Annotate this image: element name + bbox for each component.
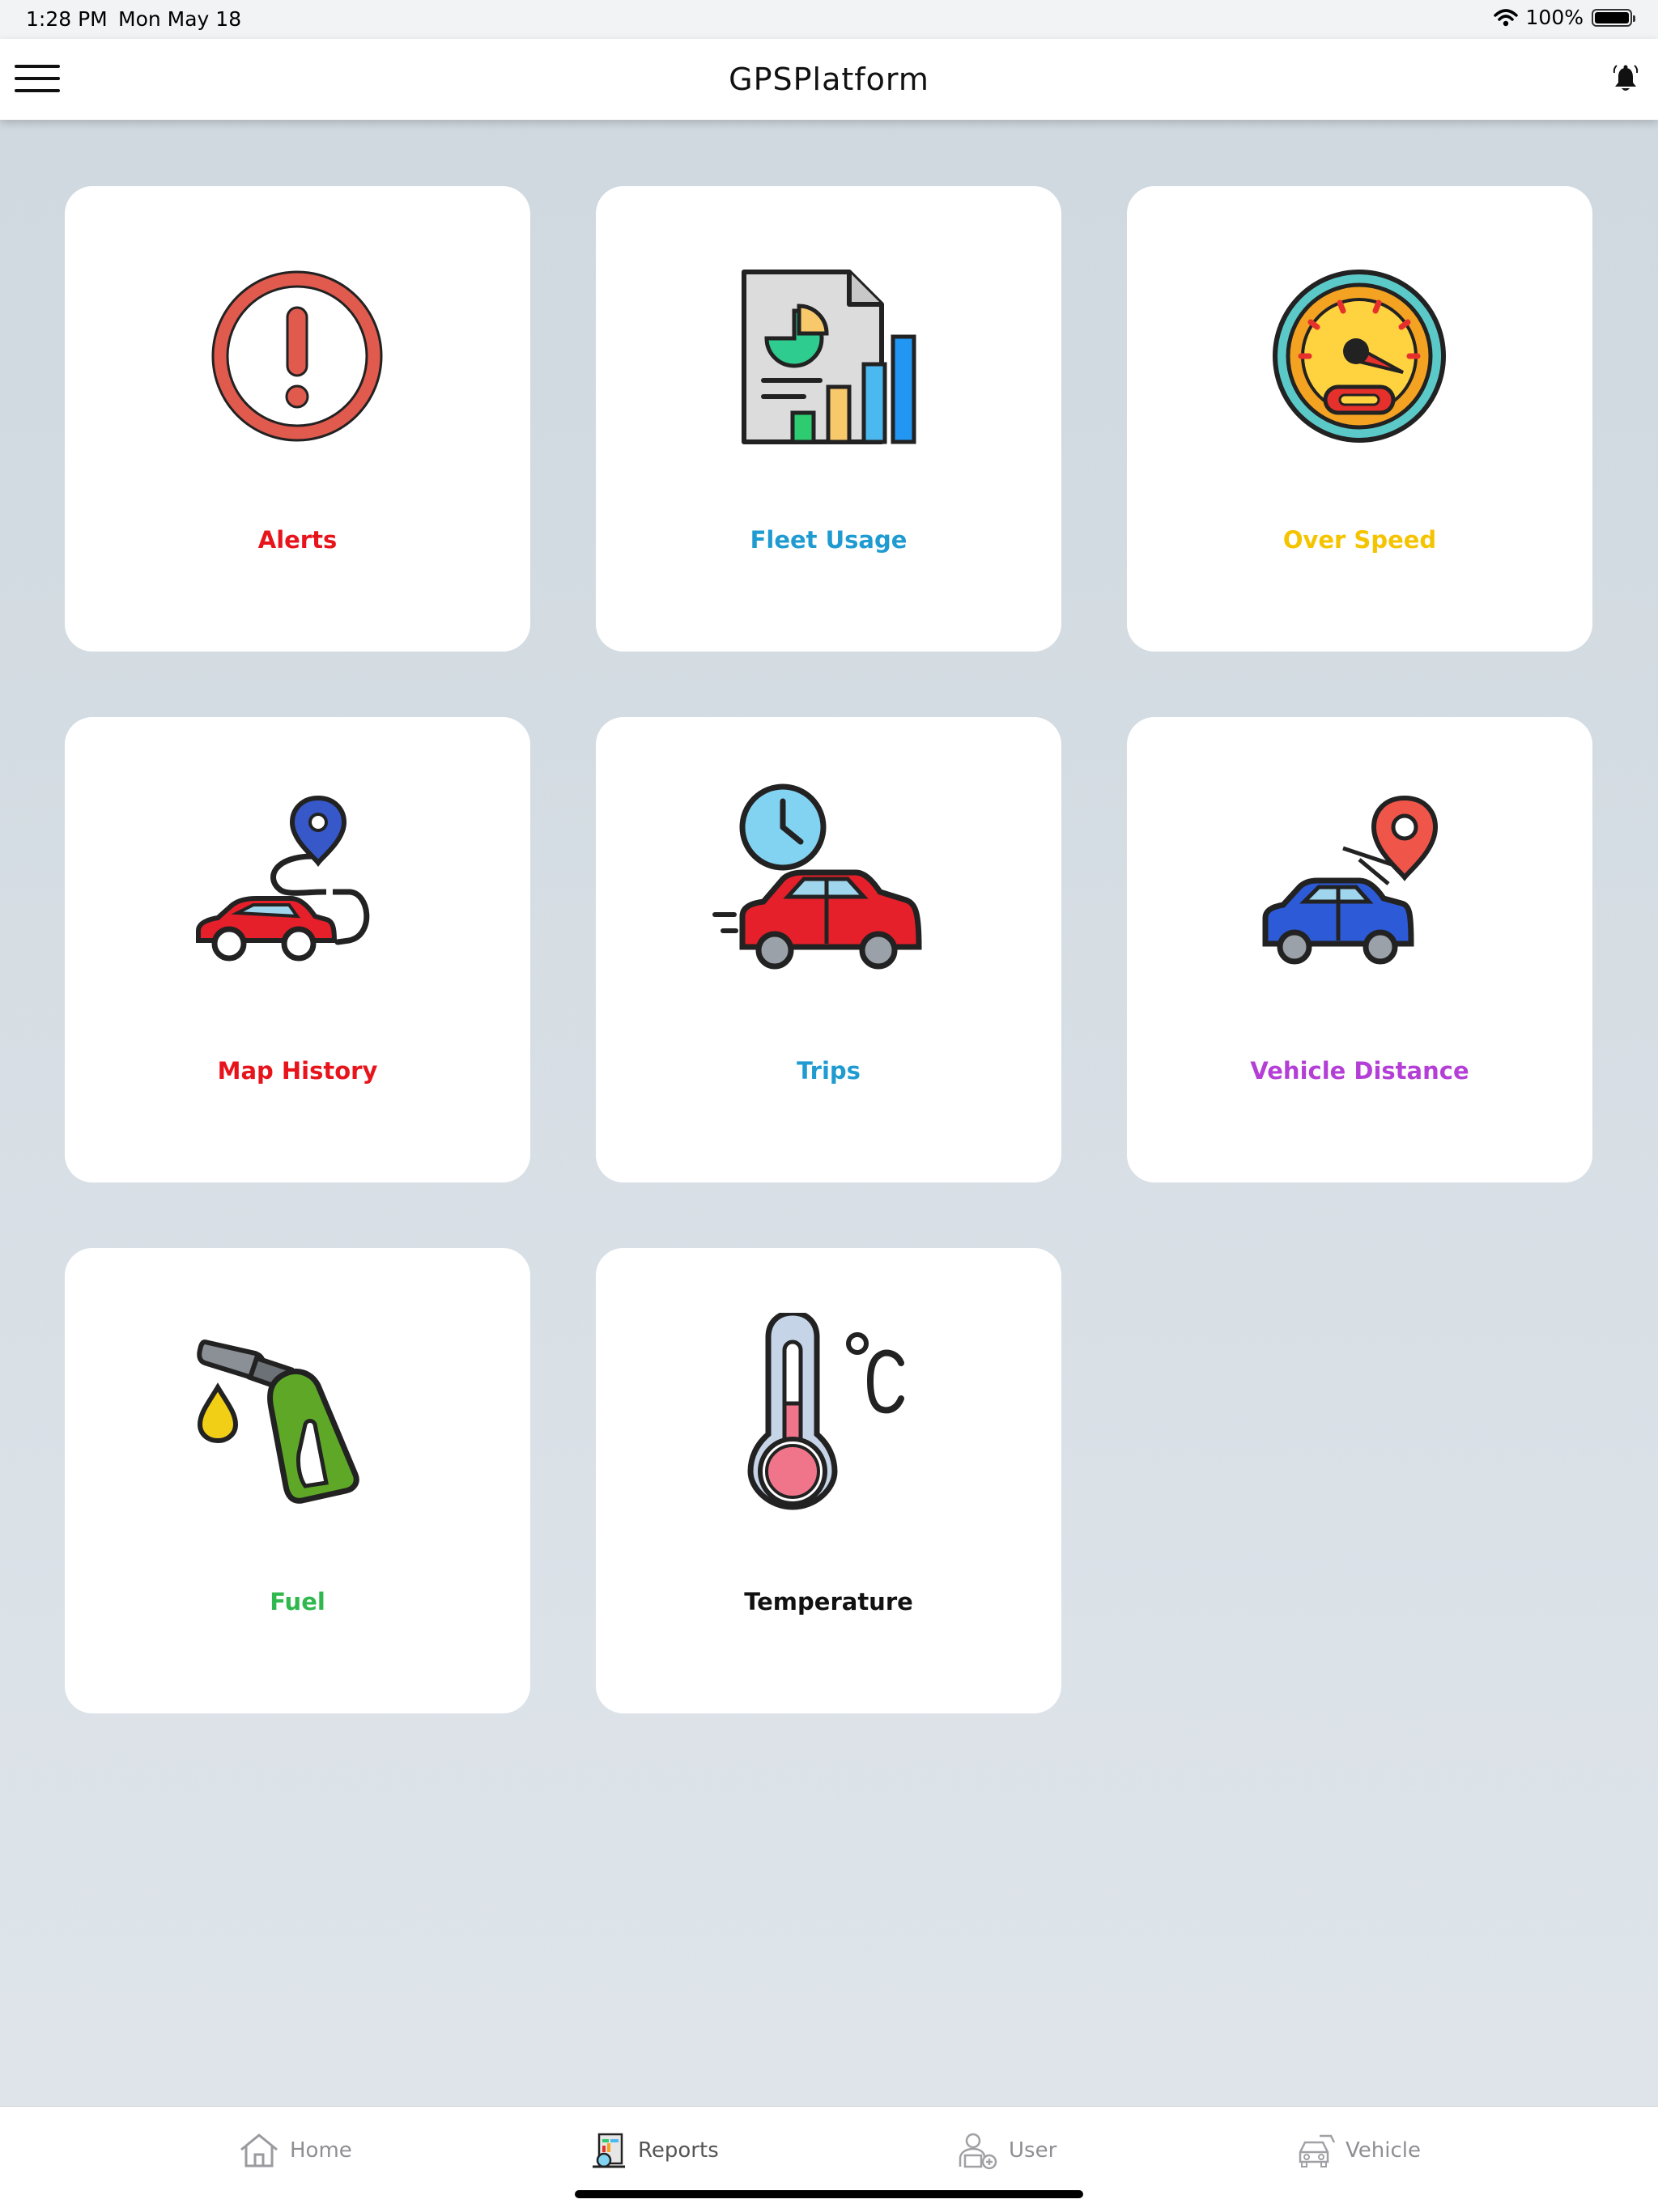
thermometer-icon bbox=[747, 1313, 904, 1510]
tab-label-user: User bbox=[1009, 2138, 1057, 2163]
navigation-bar: GPSPlatform bbox=[0, 39, 1658, 120]
status-bar: 1:28 PM Mon May 18 100% bbox=[0, 0, 1658, 39]
tile-label-alerts: Alerts bbox=[257, 526, 338, 554]
car-clock-icon bbox=[712, 783, 922, 970]
tab-bar: Home Reports User Vehicle bbox=[0, 2106, 1658, 2212]
tile-label-fleet-usage: Fleet Usage bbox=[750, 526, 908, 554]
tile-label-over-speed: Over Speed bbox=[1282, 526, 1437, 554]
tile-label-vehicle-distance: Vehicle Distance bbox=[1250, 1057, 1469, 1085]
user-icon bbox=[959, 2133, 997, 2170]
bell-icon[interactable] bbox=[1609, 63, 1642, 96]
tile-fuel[interactable]: Fuel bbox=[65, 1248, 530, 1713]
home-icon bbox=[240, 2133, 278, 2167]
home-indicator bbox=[575, 2190, 1083, 2198]
tile-fleet-usage[interactable]: Fleet Usage bbox=[596, 186, 1061, 652]
wifi-icon bbox=[1493, 8, 1518, 26]
tile-label-fuel: Fuel bbox=[270, 1588, 325, 1615]
tile-label-temperature: Temperature bbox=[744, 1588, 913, 1615]
tile-trips[interactable]: Trips bbox=[596, 717, 1061, 1182]
alert-icon bbox=[211, 270, 383, 442]
tab-label-reports: Reports bbox=[638, 2138, 719, 2163]
car-location-icon bbox=[1262, 795, 1439, 965]
tile-map-history[interactable]: Map History bbox=[65, 717, 530, 1182]
tab-label-home: Home bbox=[290, 2138, 352, 2163]
status-indicators: 100% bbox=[1493, 6, 1635, 29]
vehicle-icon bbox=[1299, 2134, 1336, 2167]
car-route-icon bbox=[196, 795, 370, 962]
battery-icon bbox=[1592, 8, 1635, 27]
tile-vehicle-distance[interactable]: Vehicle Distance bbox=[1127, 717, 1592, 1182]
tab-reports[interactable]: Reports bbox=[589, 2128, 719, 2173]
tab-home[interactable]: Home bbox=[238, 2128, 352, 2173]
tile-alerts[interactable]: Alerts bbox=[65, 186, 530, 652]
status-time: 1:28 PM bbox=[26, 7, 108, 31]
tile-temperature[interactable]: Temperature bbox=[596, 1248, 1061, 1713]
tile-label-map-history: Map History bbox=[217, 1057, 378, 1085]
status-date: Mon May 18 bbox=[118, 7, 242, 31]
tile-label-trips: Trips bbox=[797, 1057, 861, 1085]
tab-label-vehicle: Vehicle bbox=[1346, 2138, 1421, 2163]
fuel-nozzle-icon bbox=[197, 1339, 359, 1504]
app-title: GPSPlatform bbox=[729, 62, 929, 97]
tab-user[interactable]: User bbox=[957, 2128, 1056, 2173]
report-chart-icon bbox=[742, 270, 916, 444]
battery-percentage: 100% bbox=[1525, 6, 1584, 29]
tile-over-speed[interactable]: Over Speed bbox=[1127, 186, 1592, 652]
reports-icon bbox=[593, 2133, 625, 2168]
tab-vehicle[interactable]: Vehicle bbox=[1294, 2128, 1421, 2173]
speedometer-icon bbox=[1273, 270, 1446, 443]
